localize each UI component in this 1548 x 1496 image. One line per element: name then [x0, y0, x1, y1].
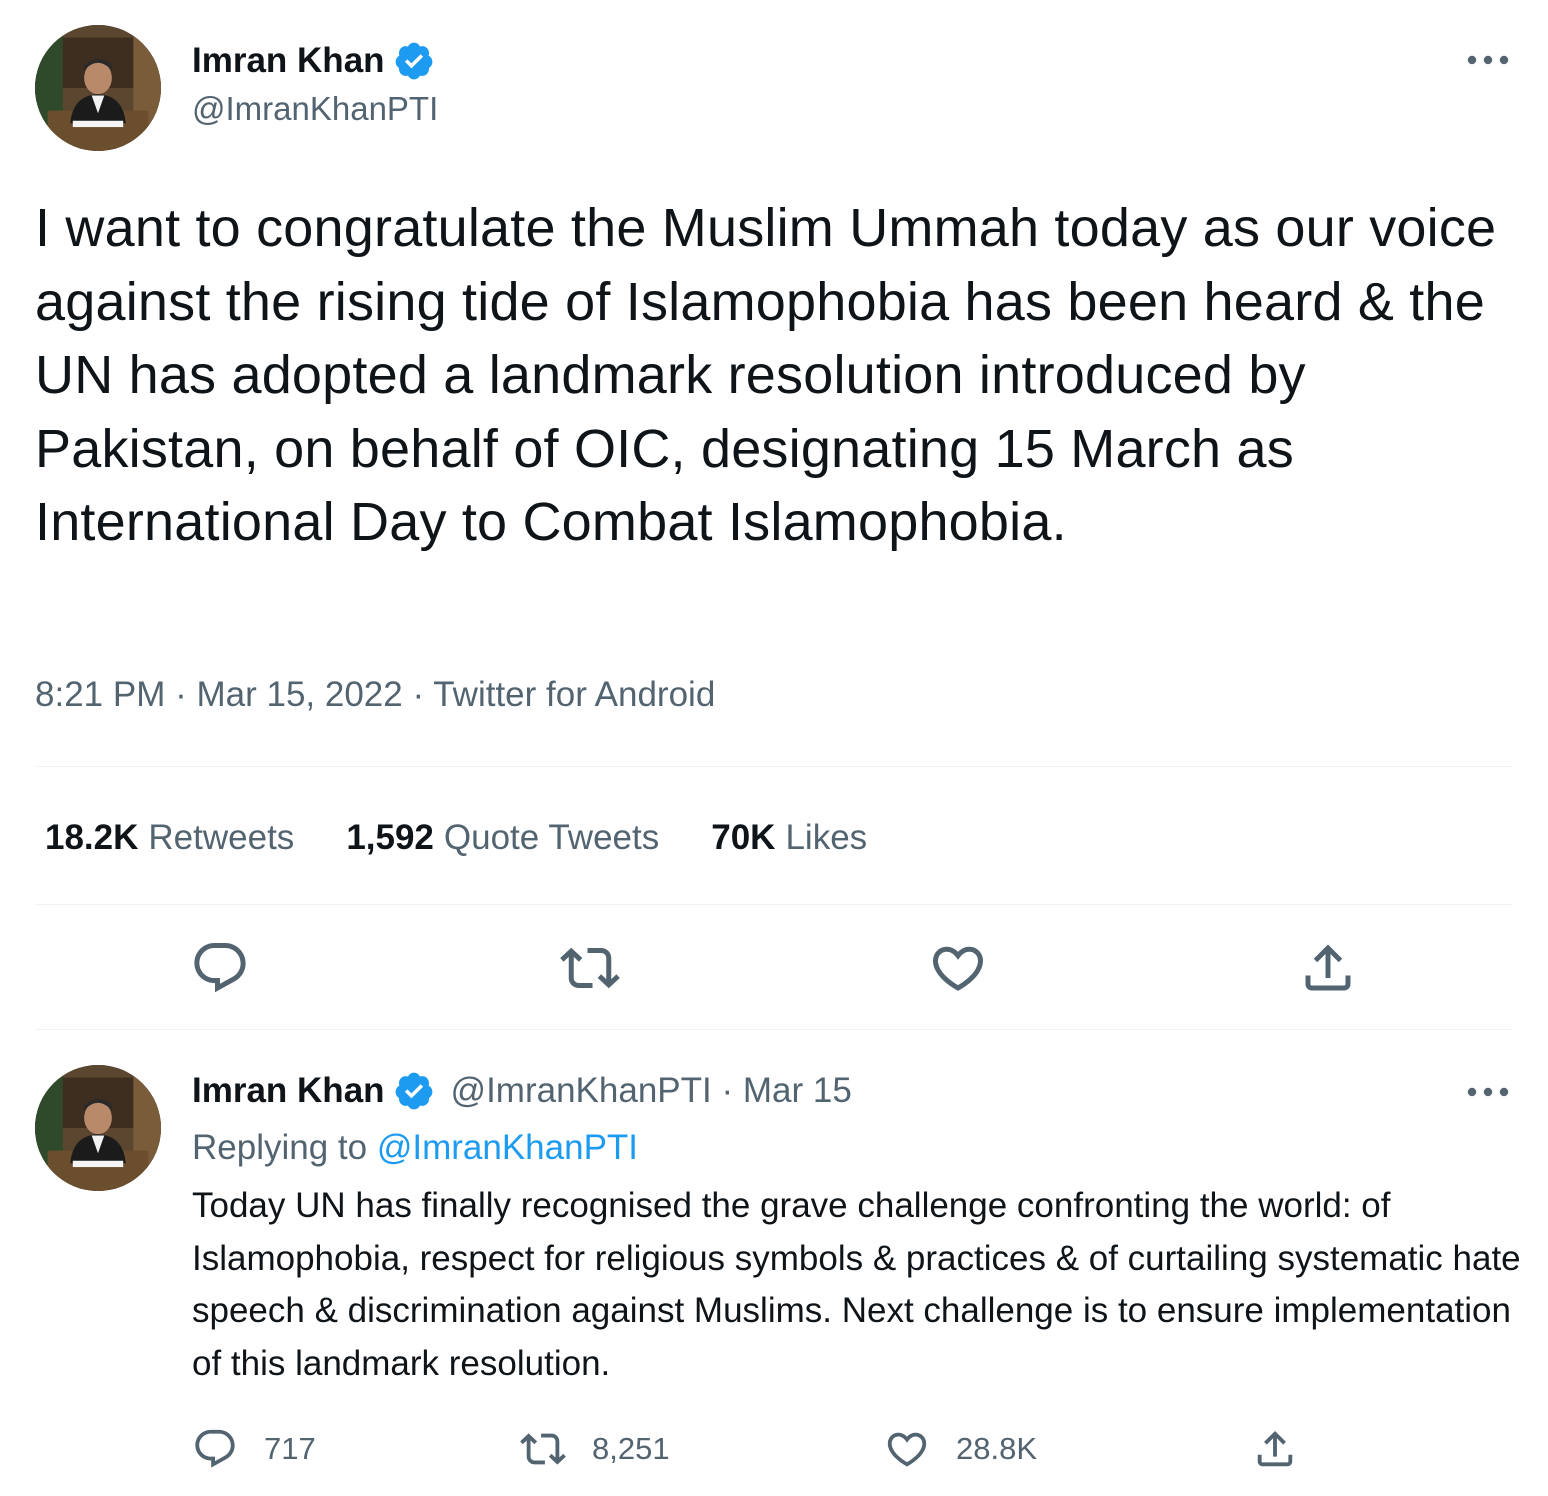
- author-name[interactable]: Imran Khan: [192, 1071, 385, 1111]
- more-options-button[interactable]: [1458, 40, 1518, 80]
- like-icon[interactable]: [928, 938, 988, 998]
- retweet-icon[interactable]: [560, 938, 620, 998]
- divider: [35, 766, 1513, 767]
- replying-to: Replying to @ImranKhanPTI: [192, 1128, 638, 1168]
- likes-label: Likes: [785, 818, 868, 857]
- author-name[interactable]: Imran Khan: [192, 41, 385, 81]
- meta-separator: ·: [175, 675, 187, 714]
- tweet-thread: Imran Khan @ImranKhanPTI I want to congr…: [0, 0, 1548, 1496]
- retweets-stat[interactable]: 18.2K Retweets: [45, 818, 294, 858]
- share-button[interactable]: [1252, 1425, 1298, 1473]
- like-button[interactable]: 28.8K: [884, 1425, 1037, 1473]
- share-icon[interactable]: [1298, 938, 1358, 998]
- retweet-icon: [520, 1433, 566, 1465]
- like-count: 28.8K: [956, 1431, 1038, 1466]
- more-icon: [1467, 1087, 1509, 1097]
- tweet-text: I want to congratulate the Muslim Ummah …: [35, 198, 1497, 552]
- tweet-source[interactable]: Twitter for Android: [433, 675, 715, 714]
- meta-separator: ·: [412, 675, 425, 714]
- replying-prefix: Replying to: [192, 1128, 368, 1167]
- reply-icon[interactable]: [190, 938, 250, 998]
- retweets-label: Retweets: [148, 818, 295, 857]
- retweet-button[interactable]: 8,251: [520, 1425, 670, 1473]
- retweets-count: 18.2K: [45, 818, 139, 857]
- reply-count: 717: [264, 1431, 316, 1466]
- quote-tweets-stat[interactable]: 1,592 Quote Tweets: [346, 818, 659, 858]
- reply-author-row: Imran Khan @ImranKhanPTI · Mar 15: [192, 1068, 852, 1114]
- meta-separator: ·: [721, 1071, 734, 1110]
- like-icon: [887, 1432, 927, 1467]
- reply-button[interactable]: 717: [192, 1425, 316, 1473]
- share-icon: [1257, 1430, 1293, 1467]
- likes-stat[interactable]: 70K Likes: [711, 818, 867, 858]
- handle-and-date: @ImranKhanPTI · Mar 15: [451, 1071, 852, 1111]
- divider: [35, 1029, 1513, 1030]
- retweet-count: 8,251: [592, 1431, 670, 1466]
- avatar-image: [35, 1065, 161, 1191]
- tweet-time[interactable]: 8:21 PM: [35, 675, 165, 714]
- author-row: Imran Khan: [192, 38, 435, 84]
- quotes-label: Quote Tweets: [443, 818, 660, 857]
- likes-count: 70K: [711, 818, 776, 857]
- reply-icon: [195, 1429, 235, 1468]
- verified-badge-icon: [393, 1070, 435, 1112]
- more-icon: [1467, 55, 1509, 65]
- replying-mention-link[interactable]: @ImranKhanPTI: [377, 1128, 638, 1167]
- reply-tweet-text: Today UN has finally recognised the grav…: [192, 1186, 1521, 1383]
- quotes-count: 1,592: [346, 818, 434, 857]
- tweet-date[interactable]: Mar 15, 2022: [196, 675, 402, 714]
- verified-badge-icon: [393, 40, 435, 82]
- more-options-button[interactable]: [1458, 1072, 1518, 1112]
- tweet-date[interactable]: Mar 15: [743, 1071, 852, 1110]
- avatar[interactable]: [35, 1065, 161, 1191]
- tweet-meta: 8:21 PM · Mar 15, 2022 · Twitter for And…: [35, 675, 715, 715]
- author-handle[interactable]: @ImranKhanPTI: [192, 90, 438, 128]
- avatar-image: [35, 25, 161, 151]
- divider: [35, 904, 1513, 905]
- author-handle[interactable]: @ImranKhanPTI: [451, 1071, 712, 1110]
- tweet-stats: 18.2K Retweets 1,592 Quote Tweets 70K Li…: [45, 812, 919, 864]
- avatar[interactable]: [35, 25, 161, 151]
